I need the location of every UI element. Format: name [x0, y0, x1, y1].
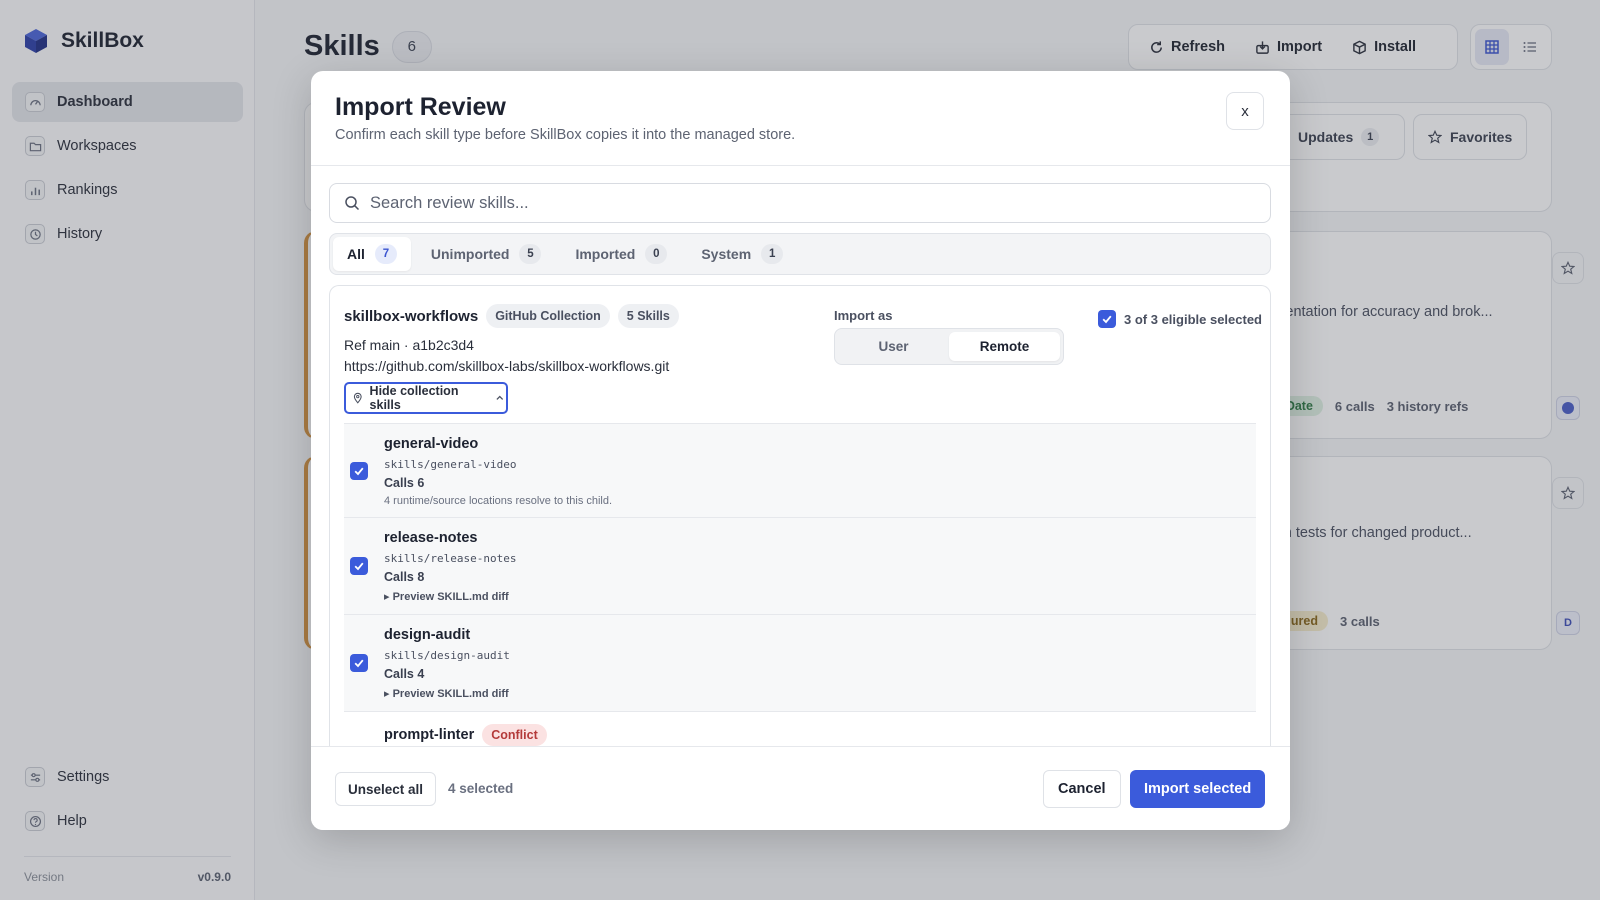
checkbox-checked[interactable] — [1098, 310, 1116, 328]
check-icon — [354, 659, 364, 668]
check-icon — [1102, 315, 1112, 324]
list-item[interactable]: release-notes skills/release-notes Calls… — [344, 517, 1256, 614]
checkbox-checked[interactable] — [350, 557, 368, 575]
cancel-button[interactable]: Cancel — [1043, 770, 1121, 808]
import-as-toggle: User Remote — [834, 328, 1064, 365]
tab-count: 7 — [374, 244, 397, 264]
skill-name: general-video — [384, 436, 478, 452]
review-tabs: All 7 Unimported 5 Imported 0 System 1 — [329, 233, 1271, 275]
collection-skill-list: general-video skills/general-video Calls… — [344, 423, 1256, 771]
dialog-header: Import Review Confirm each skill type be… — [311, 71, 1290, 166]
tab-label: All — [347, 246, 365, 262]
skill-name-text: prompt-linter — [384, 727, 475, 743]
tab-count: 1 — [761, 244, 784, 264]
collection-skills-chip: 5 Skills — [617, 304, 679, 328]
collection-source-chip: GitHub Collection — [486, 304, 610, 328]
chevron-up-icon — [496, 395, 504, 400]
import-as-label: Import as — [834, 308, 893, 323]
tab-count: 5 — [519, 244, 542, 264]
location-pin-icon — [353, 392, 362, 404]
tab-label: System — [701, 246, 752, 262]
search-input[interactable] — [370, 193, 1230, 213]
skill-calls: Calls 6 — [384, 476, 425, 490]
collection-name: skillbox-workflows — [344, 307, 479, 325]
check-icon — [354, 467, 364, 476]
import-selected-button[interactable]: Import selected — [1130, 770, 1266, 808]
eligible-select-all[interactable]: 3 of 3 eligible selected — [1098, 310, 1262, 328]
list-item[interactable]: design-audit skills/design-audit Calls 4… — [344, 614, 1256, 711]
tab-imported[interactable]: Imported 0 — [561, 237, 681, 271]
tab-all[interactable]: All 7 — [333, 237, 411, 271]
check-icon — [354, 562, 364, 571]
skill-name: design-audit — [384, 627, 470, 643]
close-button[interactable]: x — [1226, 92, 1264, 130]
skill-calls: Calls 8 — [384, 570, 425, 584]
skill-path: skills/release-notes — [384, 552, 517, 565]
conflict-badge: Conflict — [482, 724, 547, 746]
checkbox-checked[interactable] — [350, 654, 368, 672]
tab-system[interactable]: System 1 — [687, 237, 797, 271]
import-as-user[interactable]: User — [838, 332, 949, 361]
unselect-all-button[interactable]: Unselect all — [335, 772, 437, 806]
collection-ref: Ref main · a1b2c3d4 — [344, 337, 474, 353]
import-as-remote[interactable]: Remote — [949, 332, 1060, 361]
skill-calls: Calls 4 — [384, 667, 425, 681]
selected-count: 4 selected — [448, 781, 514, 796]
eligible-text: 3 of 3 eligible selected — [1124, 311, 1262, 327]
skill-name-text: release-notes — [384, 530, 478, 546]
collection-url: https://github.com/skillbox-labs/skillbo… — [344, 358, 670, 374]
tab-unimported[interactable]: Unimported 5 — [417, 237, 556, 271]
search-icon — [345, 196, 360, 211]
dialog-footer: Unselect all 4 selected Cancel Import se… — [311, 746, 1290, 830]
tab-label: Unimported — [430, 246, 510, 262]
checkbox-checked[interactable] — [350, 462, 368, 480]
skill-name: prompt-linter Conflict — [384, 724, 547, 746]
tab-label: Imported — [575, 246, 636, 262]
tab-count: 0 — [645, 244, 668, 264]
skill-name-text: general-video — [384, 436, 479, 452]
preview-diff-toggle[interactable]: ▸ Preview SKILL.md diff — [384, 687, 509, 700]
skill-note: 4 runtime/source locations resolve to th… — [384, 495, 613, 507]
import-review-dialog: Import Review Confirm each skill type be… — [311, 71, 1290, 830]
dialog-title: Import Review — [335, 93, 506, 121]
hide-collection-skills-button[interactable]: Hide collection skills — [344, 382, 508, 414]
hide-collection-skills-label: Hide collection skills — [369, 384, 459, 412]
skill-name: release-notes — [384, 530, 478, 546]
skill-name-text: design-audit — [384, 627, 471, 643]
list-item[interactable]: general-video skills/general-video Calls… — [344, 423, 1256, 517]
preview-diff-toggle[interactable]: ▸ Preview SKILL.md diff — [384, 590, 509, 603]
dialog-subtitle: Confirm each skill type before SkillBox … — [335, 127, 796, 143]
collection-header: skillbox-workflows GitHub Collection 5 S… — [344, 304, 679, 328]
skill-path: skills/design-audit — [384, 649, 510, 662]
skill-path: skills/general-video — [384, 458, 517, 471]
review-search[interactable] — [329, 183, 1271, 223]
